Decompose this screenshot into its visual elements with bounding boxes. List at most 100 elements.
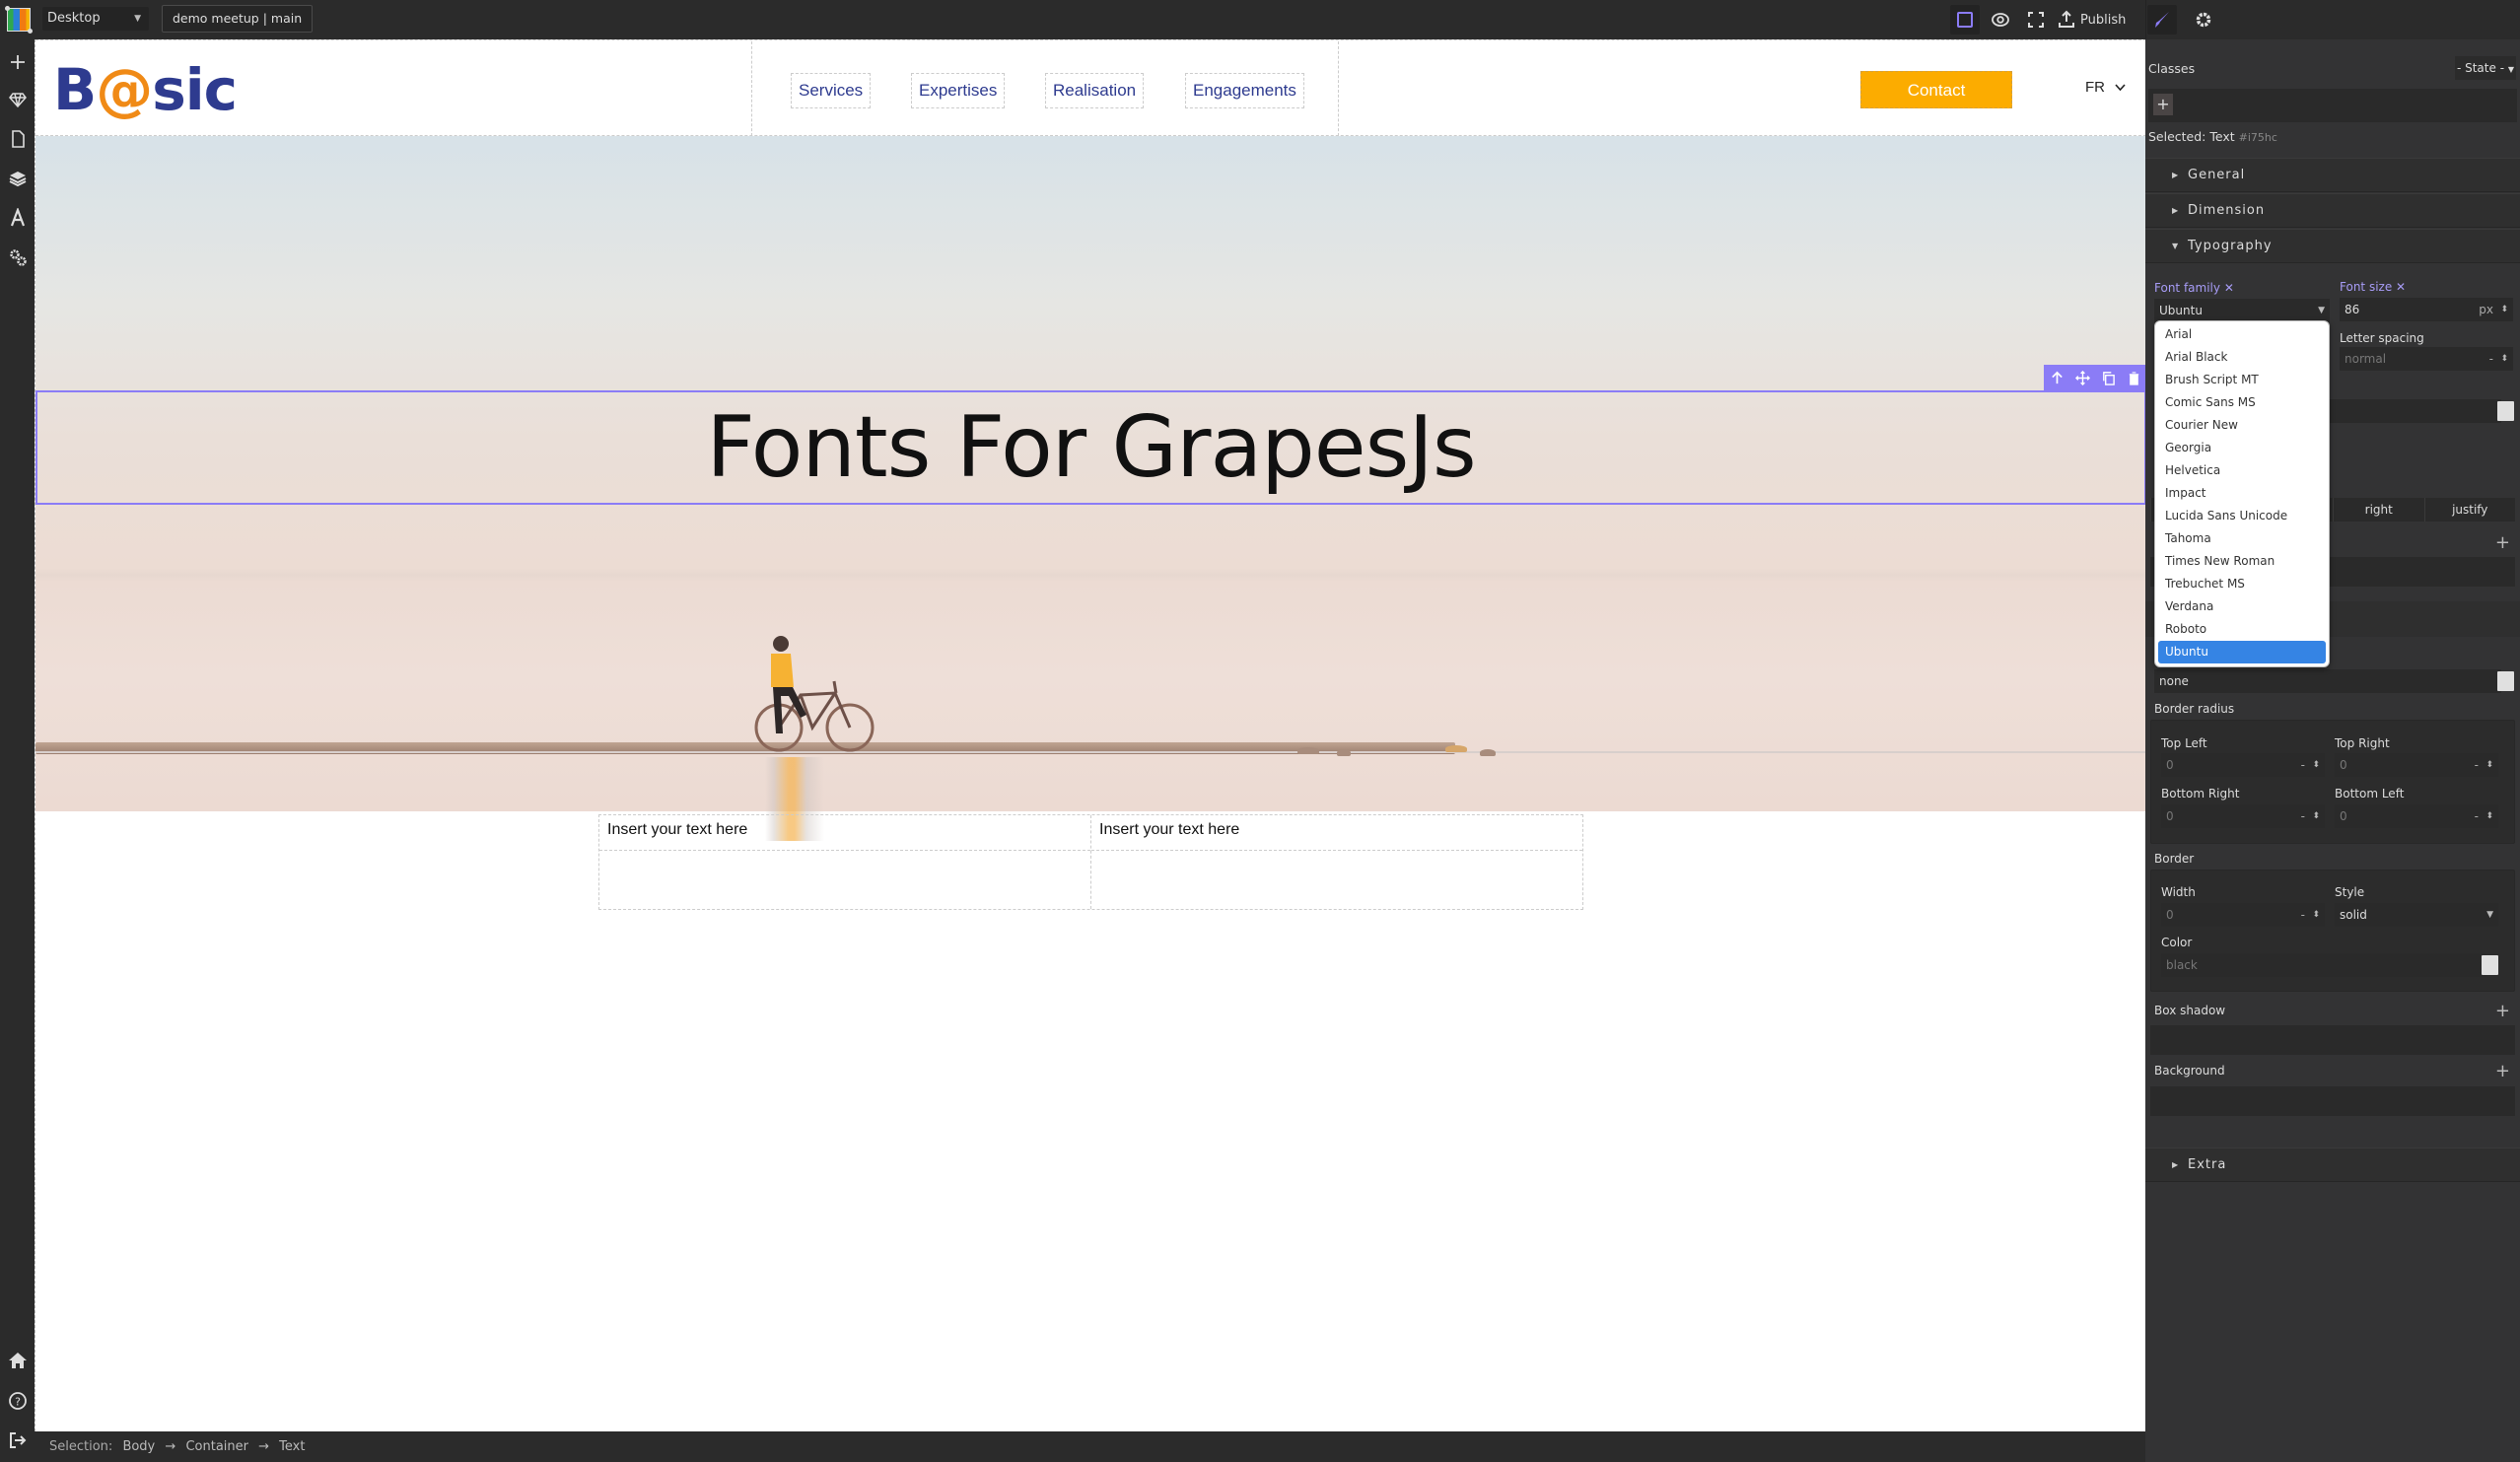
nav-expertises[interactable]: Expertises <box>911 73 1006 108</box>
bottom-left-input[interactable]: 0 - ⬍ <box>2335 804 2498 828</box>
crumb-body[interactable]: Body <box>122 1439 155 1454</box>
heading-text[interactable]: Fonts For GrapesJs <box>37 392 2144 503</box>
state-select[interactable]: - State - ▼ <box>2455 56 2516 80</box>
site-logo[interactable]: B@sic <box>53 58 238 121</box>
bottom-right-input[interactable]: 0 - ⬍ <box>2161 804 2325 828</box>
font-option[interactable]: Helvetica <box>2155 459 2329 482</box>
font-option[interactable]: Times New Roman <box>2155 550 2329 573</box>
arrow-up-icon[interactable] <box>2050 371 2065 385</box>
color-swatch[interactable] <box>2482 955 2498 975</box>
font-option[interactable]: Roboto <box>2155 618 2329 641</box>
device-select[interactable]: Desktop ▼ <box>42 7 149 31</box>
nav-services[interactable]: Services <box>791 73 872 108</box>
letter-spacing-unit[interactable]: - <box>2489 347 2493 371</box>
column-cell[interactable]: Insert your text here <box>1091 815 1582 909</box>
language-select[interactable]: FR <box>2085 79 2126 96</box>
stepper-icon[interactable]: ⬍ <box>2312 804 2320 828</box>
stepper-icon[interactable]: ⬍ <box>2312 753 2320 777</box>
color-swatch[interactable] <box>2497 671 2514 691</box>
settings-button[interactable] <box>5 244 30 269</box>
pages-button[interactable] <box>5 126 30 151</box>
font-option[interactable]: Arial Black <box>2155 346 2329 369</box>
help-button[interactable]: ? <box>5 1388 30 1413</box>
letter-spacing-input[interactable]: normal - ⬍ <box>2340 347 2513 371</box>
cell-text[interactable]: Insert your text here <box>1091 815 1582 851</box>
font-option[interactable]: Comic Sans MS <box>2155 391 2329 414</box>
add-blocks-button[interactable] <box>5 49 30 74</box>
stepper-icon[interactable]: ⬍ <box>2312 903 2320 927</box>
show-borders-button[interactable] <box>1950 5 1980 35</box>
font-option[interactable]: Georgia <box>2155 437 2329 459</box>
unit-select[interactable]: - <box>2301 753 2305 777</box>
clear-icon[interactable]: ✕ <box>2396 280 2406 294</box>
bottom-right-label: Bottom Right <box>2161 787 2240 801</box>
copy-icon[interactable] <box>2101 371 2116 385</box>
nav-engagements[interactable]: Engagements <box>1185 73 1304 108</box>
unit-select[interactable]: - <box>2301 903 2305 927</box>
font-size-input[interactable]: 86 px ⬍ <box>2340 298 2513 321</box>
font-option[interactable]: Impact <box>2155 482 2329 505</box>
font-size-unit[interactable]: px <box>2479 298 2493 321</box>
style-manager-tab[interactable] <box>2147 5 2177 35</box>
font-option[interactable]: Courier New <box>2155 414 2329 437</box>
unit-select[interactable]: - <box>2475 804 2479 828</box>
contact-button[interactable]: Contact <box>1860 71 2012 108</box>
fonts-button[interactable] <box>5 205 30 230</box>
project-name[interactable]: demo meetup | main <box>162 5 314 33</box>
fullscreen-button[interactable] <box>2021 5 2051 35</box>
border-color-input[interactable]: black <box>2161 953 2486 977</box>
publish-button[interactable]: Publish <box>2057 5 2126 35</box>
top-left-input[interactable]: 0 - ⬍ <box>2161 753 2325 777</box>
sector-general[interactable]: ▶ General <box>2145 158 2520 192</box>
cell-text[interactable]: Insert your text here <box>599 815 1090 851</box>
font-family-select[interactable]: Ubuntu ▼ <box>2154 299 2330 322</box>
unit-select[interactable]: - <box>2475 753 2479 777</box>
preview-button[interactable] <box>1986 5 2015 35</box>
eye-icon <box>1992 13 2009 27</box>
font-option[interactable]: Tahoma <box>2155 527 2329 550</box>
stepper-icon[interactable]: ⬍ <box>2500 347 2508 371</box>
font-option[interactable]: Lucida Sans Unicode <box>2155 505 2329 527</box>
add-text-shadow-button[interactable]: + <box>2495 532 2510 553</box>
settings-tab[interactable] <box>2189 5 2218 35</box>
border-width-input[interactable]: 0 - ⬍ <box>2161 903 2325 927</box>
add-background-button[interactable]: + <box>2495 1061 2510 1081</box>
align-right-option[interactable]: right <box>2333 498 2424 522</box>
square-outline-icon <box>1957 12 1973 28</box>
align-justify-option[interactable]: justify <box>2423 498 2516 522</box>
sector-extra[interactable]: ▶ Extra <box>2145 1148 2520 1182</box>
font-option[interactable]: Arial <box>2155 323 2329 346</box>
sector-typography[interactable]: ▼ Typography <box>2145 229 2520 263</box>
stepper-icon[interactable]: ⬍ <box>2485 753 2493 777</box>
border-style-select[interactable]: solid ▼ <box>2335 903 2498 927</box>
add-class-button[interactable]: + <box>2153 94 2173 115</box>
stepper-icon[interactable]: ⬍ <box>2485 804 2493 828</box>
home-button[interactable] <box>5 1348 30 1372</box>
sector-dimension[interactable]: ▶ Dimension <box>2145 193 2520 228</box>
move-icon[interactable] <box>2074 370 2090 385</box>
publish-label: Publish <box>2080 12 2127 28</box>
trash-icon[interactable] <box>2127 371 2141 385</box>
add-box-shadow-button[interactable]: + <box>2495 1001 2510 1021</box>
border-width-value: 0 <box>2166 908 2174 922</box>
crumb-text[interactable]: Text <box>279 1439 305 1454</box>
font-option[interactable]: Ubuntu <box>2158 641 2326 663</box>
logout-button[interactable] <box>5 1427 30 1452</box>
color-swatch[interactable] <box>2497 401 2514 421</box>
font-option[interactable]: Brush Script MT <box>2155 369 2329 391</box>
unit-select[interactable]: - <box>2301 804 2305 828</box>
column-cell[interactable]: Insert your text here <box>599 815 1091 909</box>
top-right-input[interactable]: 0 - ⬍ <box>2335 753 2498 777</box>
editor-canvas[interactable]: B@sic Services Expertises Realisation En… <box>35 39 2145 1431</box>
layers-button[interactable] <box>5 166 30 190</box>
font-option[interactable]: Verdana <box>2155 595 2329 618</box>
crumb-container[interactable]: Container <box>185 1439 248 1454</box>
stepper-icon[interactable]: ⬍ <box>2500 298 2508 321</box>
selected-heading[interactable]: Fonts For GrapesJs <box>35 390 2145 505</box>
bottom-right-value: 0 <box>2166 809 2174 823</box>
assets-button[interactable] <box>5 87 30 111</box>
nav-realisation[interactable]: Realisation <box>1045 73 1145 108</box>
clear-icon[interactable]: ✕ <box>2224 281 2234 295</box>
text-shadow-input[interactable]: none <box>2154 669 2501 693</box>
font-option[interactable]: Trebuchet MS <box>2155 573 2329 595</box>
